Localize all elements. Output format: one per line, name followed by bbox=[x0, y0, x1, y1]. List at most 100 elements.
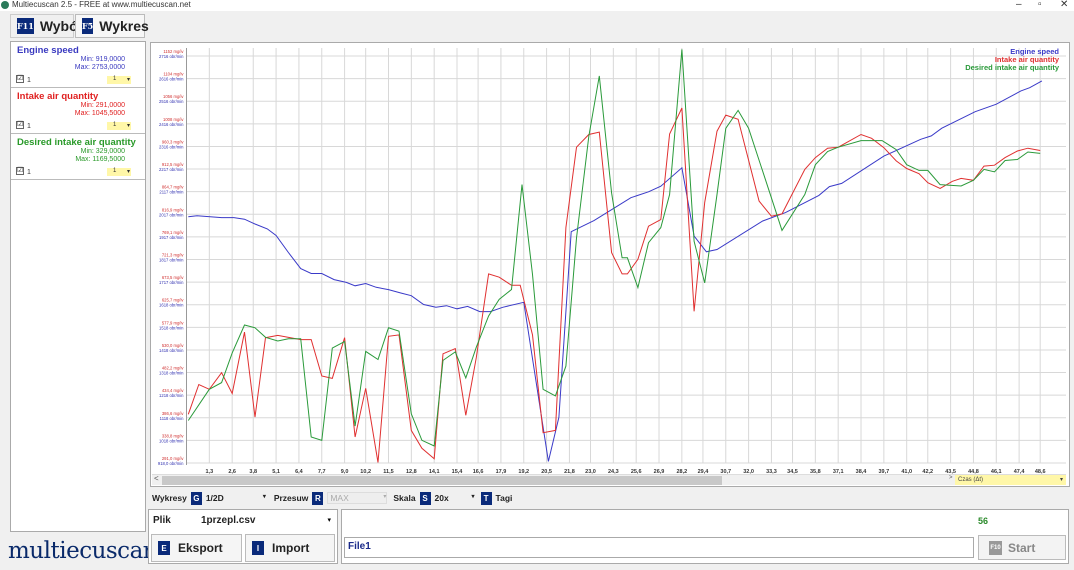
x-axis-select[interactable]: Czas (Δt) ▾ bbox=[955, 475, 1066, 485]
chevron-down-icon: ▾ bbox=[1059, 477, 1063, 483]
signal-name: Desired intake air quantity bbox=[17, 137, 136, 148]
scale-value: 20x bbox=[434, 493, 449, 503]
signal-min: Min: 329,0000 bbox=[80, 148, 125, 155]
signal-axis-value: 1 bbox=[113, 168, 117, 174]
charts-label: Wykresy bbox=[152, 493, 187, 503]
export-label: Eksport bbox=[178, 541, 223, 555]
signal-name: Engine speed bbox=[17, 45, 79, 56]
y-tick-label-rpm: 1418 obr/min bbox=[159, 348, 184, 353]
series-line-desired-intake-air-quantity bbox=[187, 49, 1041, 447]
file-label: Plik bbox=[153, 515, 171, 526]
chevron-down-icon: ▾ bbox=[262, 494, 266, 500]
y-tick-label-rpm: 2316 obr/min bbox=[159, 144, 184, 149]
y-tick-label-rpm: 2516 obr/min bbox=[159, 99, 184, 104]
scroll-thumb[interactable] bbox=[162, 476, 722, 485]
signal-checkbox[interactable]: ☑ bbox=[16, 121, 24, 129]
chevron-down-icon: ▾ bbox=[126, 123, 130, 129]
import-label: Import bbox=[272, 541, 310, 555]
file-select[interactable]: 1przepl.csv bbox=[201, 515, 255, 526]
key-t-icon: T bbox=[480, 491, 492, 505]
window-title: Multiecuscan 2.5 - FREE at www.multiecus… bbox=[12, 0, 191, 9]
key-e-icon: E bbox=[158, 541, 170, 555]
shift-dropdown[interactable]: MAX ▾ bbox=[327, 492, 388, 504]
shift-value: MAX bbox=[330, 493, 349, 503]
y-tick-label-rpm: 2217 obr/min bbox=[159, 167, 184, 172]
y-tick-label-rpm: 2416 obr/min bbox=[159, 122, 184, 127]
chevron-down-icon: ▾ bbox=[126, 169, 130, 175]
signal-min: Min: 919,0000 bbox=[80, 56, 125, 63]
export-button[interactable]: E Eksport bbox=[151, 534, 242, 562]
y-tick-label-rpm: 1618 obr/min bbox=[159, 303, 184, 308]
signal-checkbox[interactable]: ☑ bbox=[16, 167, 24, 175]
logo: multiecuscan bbox=[8, 538, 158, 564]
tab-wykres[interactable]: F5 Wykres bbox=[75, 14, 149, 38]
chart-scrollbar[interactable]: < > Czas (Δt) ▾ bbox=[152, 474, 1066, 485]
start-button[interactable]: F10 Start bbox=[978, 535, 1066, 560]
tab-wybor[interactable]: F11 Wybór bbox=[10, 14, 83, 38]
signal-max: Max: 2753,0000 bbox=[74, 64, 125, 71]
scroll-right-arrow[interactable]: > bbox=[949, 475, 953, 481]
signal-index: 1 bbox=[27, 123, 31, 130]
tags-button[interactable]: Tagi bbox=[496, 493, 513, 503]
shift-label: Przesuw bbox=[273, 493, 309, 503]
signal-axis-select[interactable]: 1 ▾ bbox=[107, 168, 131, 176]
signal-list: Engine speed Min: 919,0000 Max: 2753,000… bbox=[10, 41, 146, 532]
key-f5-icon: F5 bbox=[82, 18, 94, 34]
y-tick-label-rpm: 1118 obr/min bbox=[160, 416, 184, 421]
chart-panel: 291,0 mg/iv 918,0 obr/min 338,8 mg/iv 1018 … bbox=[150, 42, 1070, 487]
series-line-engine-speed bbox=[188, 80, 1043, 462]
y-tick-label-rpm: 2017 obr/min bbox=[159, 212, 184, 217]
key-g-icon: G bbox=[190, 491, 202, 505]
import-button[interactable]: I Import bbox=[245, 534, 335, 562]
close-button[interactable]: ✕ bbox=[1060, 0, 1068, 10]
y-tick-label-rpm: 1917 obr/min bbox=[159, 235, 184, 240]
scale-label: Skala bbox=[393, 493, 416, 503]
key-f10-icon: F10 bbox=[989, 540, 1002, 555]
title-bar: Multiecuscan 2.5 - FREE at www.multiecus… bbox=[0, 0, 1074, 11]
tab-label: Wykres bbox=[99, 18, 149, 34]
signal-max: Max: 1045,5000 bbox=[74, 110, 125, 117]
charts-dropdown[interactable]: 1/2D ▾ bbox=[206, 493, 266, 503]
signal-item[interactable]: Desired intake air quantity Min: 329,000… bbox=[11, 134, 145, 180]
recording-name-input[interactable]: File1 bbox=[344, 537, 974, 558]
key-i-icon: I bbox=[252, 541, 264, 555]
y-tick-label-rpm: 2117 obr/min bbox=[159, 190, 184, 195]
y-tick-label-rpm: 1717 obr/min bbox=[159, 280, 184, 285]
signal-max: Max: 1169,5000 bbox=[75, 156, 125, 163]
x-axis-select-value: Czas (Δt) bbox=[958, 477, 984, 483]
y-tick-label-rpm: 918,0 obr/min bbox=[158, 461, 184, 466]
y-tick-label-rpm: 1318 obr/min bbox=[159, 371, 184, 376]
chevron-down-icon: ▾ bbox=[471, 494, 475, 500]
signal-item[interactable]: Intake air quantity Min: 291,0000 Max: 1… bbox=[11, 88, 145, 134]
signal-axis-select[interactable]: 1 ▾ bbox=[107, 122, 131, 130]
signal-axis-value: 1 bbox=[113, 76, 117, 82]
signal-index: 1 bbox=[27, 77, 31, 84]
signal-checkbox[interactable]: ☑ bbox=[16, 75, 24, 83]
signal-axis-value: 1 bbox=[113, 122, 117, 128]
maximize-button[interactable]: ▫ bbox=[1038, 0, 1042, 10]
chevron-down-icon: ▾ bbox=[126, 77, 130, 83]
signal-min: Min: 291,0000 bbox=[80, 102, 125, 109]
key-s-icon: S bbox=[419, 491, 431, 505]
line-chart: 291,0 mg/iv918,0 obr/min338,8 mg/iv1018 … bbox=[158, 47, 1066, 475]
recording-panel: 56 File1 F10 Start bbox=[341, 509, 1069, 564]
signal-index: 1 bbox=[27, 169, 31, 176]
series-line-intake-air-quantity bbox=[187, 107, 1041, 463]
y-tick-label-rpm: 2716 obr/min bbox=[159, 54, 184, 59]
y-tick-label-rpm: 1518 obr/min bbox=[159, 325, 184, 330]
key-f11-icon: F11 bbox=[17, 18, 34, 34]
minimize-button[interactable]: – bbox=[1016, 0, 1022, 10]
sample-count: 56 bbox=[978, 516, 989, 526]
legend-entry: Desired intake air quantity bbox=[965, 63, 1060, 72]
charts-value: 1/2D bbox=[205, 493, 224, 503]
chart-toolbar: Wykresy G 1/2D ▾ Przesuw R MAX ▾ Skala S 2… bbox=[152, 491, 512, 505]
chevron-down-icon: ▾ bbox=[383, 494, 387, 500]
signal-axis-select[interactable]: 1 ▾ bbox=[107, 76, 131, 84]
scroll-left-arrow[interactable]: < bbox=[154, 474, 159, 483]
y-tick-label-rpm: 1218 obr/min bbox=[159, 393, 184, 398]
signal-name: Intake air quantity bbox=[17, 91, 99, 102]
scale-dropdown[interactable]: 20x ▾ bbox=[435, 493, 475, 503]
chevron-down-icon[interactable]: ▾ bbox=[327, 516, 331, 524]
y-tick-label-rpm: 1817 obr/min bbox=[159, 258, 184, 263]
signal-item[interactable]: Engine speed Min: 919,0000 Max: 2753,000… bbox=[11, 42, 145, 88]
